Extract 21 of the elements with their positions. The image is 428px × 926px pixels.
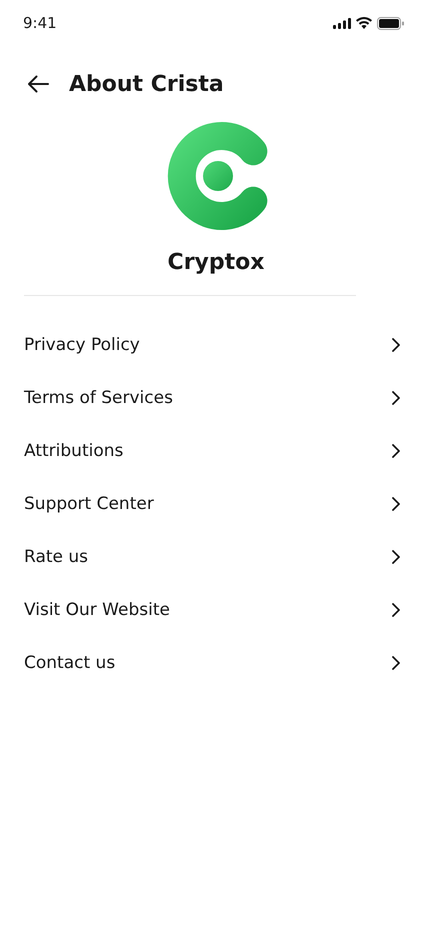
chevron-right-icon: [392, 390, 400, 404]
chevron-right-icon: [392, 656, 400, 670]
menu-item[interactable]: Contact us: [24, 636, 400, 689]
chevron-right-icon: [392, 550, 400, 564]
signal-icon: [333, 18, 351, 28]
chevron-right-icon: [392, 338, 400, 352]
page-title: About Crista: [69, 72, 224, 96]
chevron-right-icon: [392, 602, 400, 616]
chevron-right-icon: [392, 496, 400, 510]
battery-icon: [377, 16, 404, 30]
menu-item[interactable]: Support Center: [24, 477, 400, 530]
chevron-right-icon: [392, 444, 400, 458]
wifi-icon: [356, 17, 372, 29]
menu-item[interactable]: Privacy Policy: [24, 318, 400, 371]
back-arrow-icon[interactable]: [27, 75, 49, 93]
menu-item[interactable]: Rate us: [24, 530, 400, 583]
app-name: Cryptox: [168, 250, 264, 275]
menu-item[interactable]: Visit Our Website: [24, 583, 400, 636]
menu-item[interactable]: Attributions: [24, 424, 400, 477]
menu-item[interactable]: Terms of Services: [24, 371, 400, 424]
status-time: 9:41: [23, 14, 57, 32]
